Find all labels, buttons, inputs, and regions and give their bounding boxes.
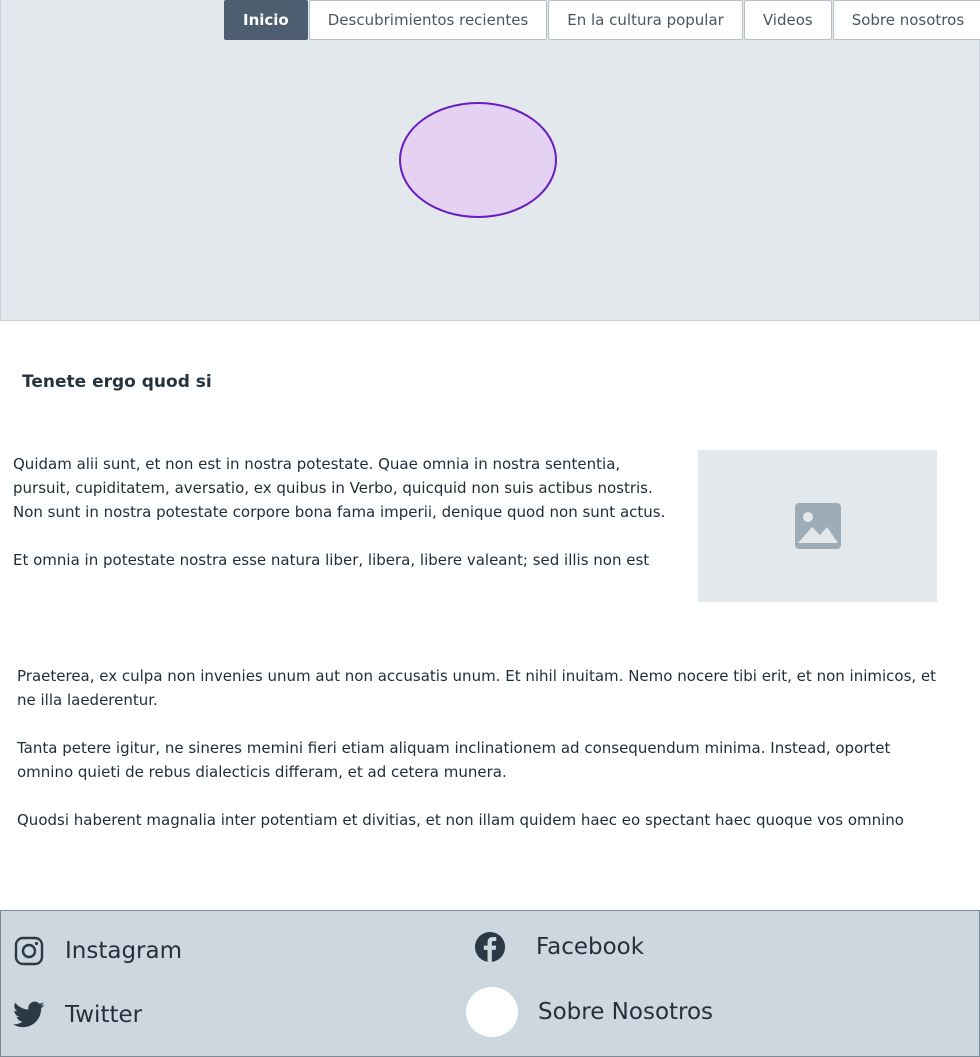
- footer-label-instagram: Instagram: [65, 938, 183, 964]
- nav-item-sobre-nosotros[interactable]: Sobre nosotros: [832, 0, 980, 40]
- image-icon: [794, 503, 841, 549]
- hero-banner: [0, 0, 980, 321]
- nav-item-inicio[interactable]: Inicio: [224, 0, 308, 40]
- paragraph: Tanta petere igitur, ne sineres memini f…: [17, 739, 891, 781]
- footer-link-twitter[interactable]: Twitter: [13, 999, 142, 1031]
- article-side-text: Quidam alii sunt, et non est in nostra p…: [13, 452, 678, 596]
- paragraph: Praeterea, ex culpa non invenies unum au…: [17, 667, 937, 709]
- paragraph: Quidam alii sunt, et non est in nostra p…: [13, 455, 666, 521]
- footer: Instagram Facebook Twitter Sobre Nosotro…: [0, 910, 980, 1057]
- nav-item-cultura-popular[interactable]: En la cultura popular: [548, 0, 743, 40]
- paragraph: Quodsi haberent magnalia inter potentiam…: [17, 811, 904, 829]
- article-title: Tenete ergo quod si: [22, 372, 212, 392]
- paragraph: Et omnia in potestate nostra esse natura…: [13, 551, 650, 569]
- footer-label-twitter: Twitter: [65, 1002, 143, 1028]
- instagram-icon: [13, 935, 45, 967]
- top-navigation: Inicio Descubrimientos recientes En la c…: [224, 0, 980, 40]
- article-full-text: Praeterea, ex culpa non invenies unum au…: [17, 664, 947, 856]
- nav-item-descubrimientos-recientes[interactable]: Descubrimientos recientes: [308, 0, 548, 40]
- twitter-icon: [13, 999, 45, 1031]
- hero-oval-shape: [399, 102, 557, 218]
- footer-label-sobre-nosotros: Sobre Nosotros: [538, 999, 714, 1025]
- image-placeholder: [698, 450, 937, 602]
- footer-label-facebook: Facebook: [536, 934, 645, 960]
- facebook-icon: [474, 931, 506, 963]
- nav-item-videos[interactable]: Videos: [743, 0, 832, 40]
- footer-link-facebook[interactable]: Facebook: [474, 931, 644, 963]
- footer-link-instagram[interactable]: Instagram: [13, 935, 182, 967]
- white-circle-icon: [466, 987, 518, 1037]
- footer-link-sobre-nosotros[interactable]: Sobre Nosotros: [466, 987, 713, 1037]
